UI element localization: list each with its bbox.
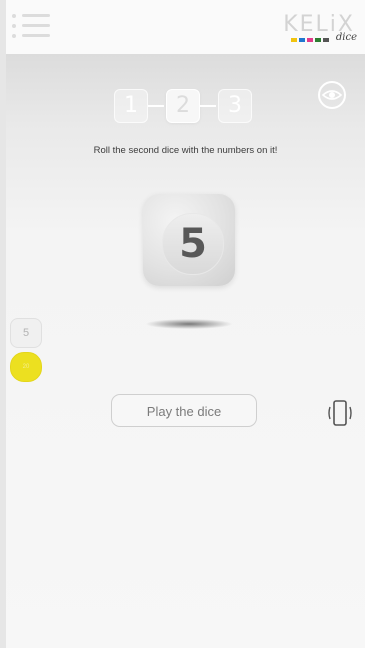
phone-shake-icon: [327, 398, 353, 428]
step-connector: [200, 105, 216, 107]
results-column: 5 20: [10, 318, 44, 386]
eye-icon[interactable]: [317, 80, 347, 110]
play-dice-button[interactable]: Play the dice: [111, 394, 257, 427]
step-indicator: 1 2 3: [114, 86, 274, 126]
step-2: 2: [166, 89, 200, 123]
step-1: 1: [114, 89, 148, 123]
instruction-text: Roll the second dice with the numbers on…: [93, 145, 278, 156]
result-first: 5: [10, 318, 42, 348]
dice[interactable]: 5: [143, 194, 235, 286]
result-second: 20: [10, 352, 42, 382]
step-connector: [148, 105, 164, 107]
top-bar: KELiX dice: [6, 0, 365, 55]
brand-color-squares: [291, 38, 329, 42]
app-frame: KELiX dice 1 2 3 Roll the second dice wi…: [0, 0, 365, 648]
menu-icon[interactable]: [12, 12, 52, 42]
game-stage: 1 2 3 Roll the second dice with the numb…: [6, 54, 365, 648]
brand-logo: KELiX dice: [277, 12, 357, 46]
dice-shadow: [146, 319, 232, 329]
step-3: 3: [218, 89, 252, 123]
brand-tagline: dice: [335, 32, 357, 43]
dice-value: 5: [162, 213, 224, 275]
